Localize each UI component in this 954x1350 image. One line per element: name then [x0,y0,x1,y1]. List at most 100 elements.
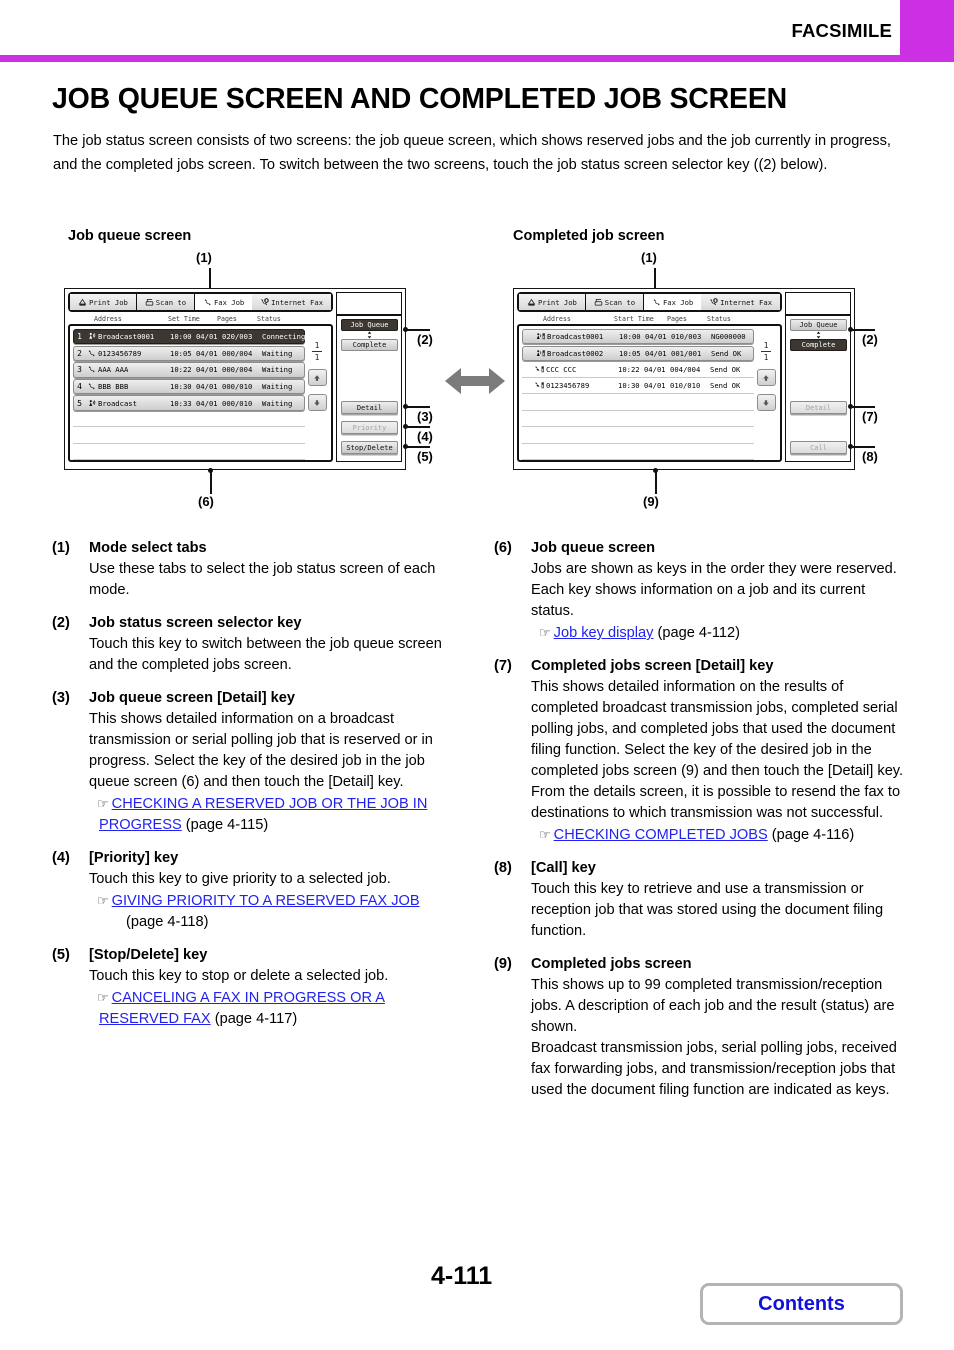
callout-9: (9) [643,494,659,509]
callout-2-right: (2) [862,332,878,347]
tab-internet-fax[interactable]: Internet Fax [701,294,780,310]
row-pages: 000/010 [222,381,253,391]
legend-item-2-head: (2) Job status screen selector key [52,613,452,634]
selector-job-queue[interactable]: Job Queue [341,319,398,331]
job-status-screen-selector-key[interactable]: Job Queue Complete [790,319,847,351]
page-indicator-total: 1 [314,353,320,362]
tab-print-job[interactable]: Print Job [519,294,586,310]
contents-button[interactable]: Contents [700,1283,903,1325]
selector-complete[interactable]: Complete [790,339,847,351]
table-row-empty [73,445,305,460]
callout-line-9 [655,470,657,494]
page-header: FACSIMILE [0,0,954,62]
legend-item-1-title: Mode select tabs [89,540,207,556]
page-indicator-total: 1 [763,353,769,362]
callout-6: (6) [198,494,214,509]
link-job-key-display[interactable]: Job key display [554,625,654,641]
detail-button[interactable]: Detail [790,401,847,414]
table-row-empty [522,412,754,428]
legend-item-8-head: (8) [Call] key [494,858,904,879]
job-queue-screen[interactable]: 1 Broadcast0001 10:00 04/01 020/003 Conn… [68,324,333,462]
internet-fax-icon [709,297,718,307]
completed-jobs-screen[interactable]: Broadcast0001 10:00 04/01 010/003 NG0000… [517,324,782,462]
legend-item-7-number: (7) [494,658,512,674]
callout-line-7 [850,406,875,408]
legend-item-5-number: (5) [52,947,70,963]
tab-print-job[interactable]: Print Job [70,294,137,310]
col-start-time: Start Time [614,315,654,323]
scroll-down-button[interactable] [756,394,776,411]
table-row[interactable]: 3 AAA AAA 10:22 04/01 000/004 Waiting [73,362,305,378]
legend-item-2-title: Job status screen selector key [89,615,302,631]
scroll-up-button[interactable] [756,369,776,386]
table-row[interactable]: CCC CCC 10:22 04/01 004/004 Send OK [522,362,754,378]
legend-item-7-ref-page: (page 4-116) [771,827,855,843]
legend-item-7-head: (7) Completed jobs screen [Detail] key [494,656,904,677]
scanner-icon [594,298,603,307]
priority-button[interactable]: Priority [341,421,398,434]
row-pages: 010/003 [671,332,702,342]
legend-item-7: (7) Completed jobs screen [Detail] key T… [494,656,904,846]
tab-fax-job-label: Fax Job [662,297,694,307]
row-address: CCC CCC [546,364,577,374]
row-time: 10:30 04/01 [170,381,218,391]
scroll-up-button[interactable] [307,369,327,386]
row-pages: 010/010 [670,381,701,391]
stop-delete-button[interactable]: Stop/Delete [341,441,398,454]
fax-file-icon [533,365,546,374]
selector-updown-icon [341,331,398,339]
fax-icon [85,382,98,391]
printer-icon [78,298,87,307]
table-row[interactable]: 0123456789 10:30 04/01 010/010 Send OK [522,379,754,395]
table-row[interactable]: Broadcast0001 10:00 04/01 010/003 NG0000… [522,329,754,345]
table-row[interactable]: Broadcast0002 10:05 04/01 001/001 Send O… [522,345,754,361]
callout-line-2-right [850,329,875,331]
col-set-time: Set Time [168,315,200,323]
table-row[interactable]: 5 Broadcast 10:33 04/01 000/010 Waiting [73,395,305,411]
row-pages: 020/003 [222,332,253,342]
tab-fax-job[interactable]: Fax Job [644,294,702,310]
row-address: 0123456789 [546,381,590,391]
legend-item-2: (2) Job status screen selector key Touch… [52,613,452,676]
selector-job-queue[interactable]: Job Queue [790,319,847,331]
table-row-empty [73,428,305,444]
tab-scan-to[interactable]: Scan to [136,294,195,310]
mode-select-tabs-job-queue[interactable]: Print Job Scan to Fax Job Internet Fax [68,292,333,312]
tab-scan-to[interactable]: Scan to [585,294,644,310]
job-status-screen-selector-key[interactable]: Job Queue Complete [341,319,398,351]
legend-item-4-number: (4) [52,850,70,866]
legend-item-4-body: Touch this key to give priority to a sel… [89,869,452,933]
link-giving-priority[interactable]: GIVING PRIORITY TO A RESERVED FAX JOB [112,893,420,909]
completed-jobs-list: Broadcast0001 10:00 04/01 010/003 NG0000… [522,329,754,460]
link-checking-completed-jobs[interactable]: CHECKING COMPLETED JOBS [554,827,768,843]
legend-item-5-head: (5) [Stop/Delete] key [52,945,452,966]
scroll-down-button[interactable] [307,394,327,411]
row-status: Waiting [262,348,293,358]
legend-item-6: (6) Job queue screen Jobs are shown as k… [494,538,904,644]
row-number: 1 [77,332,82,342]
mode-select-tabs-completed[interactable]: Print Job Scan to Fax Job Internet Fax [517,292,782,312]
table-row[interactable]: 4 BBB BBB 10:30 04/01 000/010 Waiting [73,378,305,395]
selector-complete[interactable]: Complete [341,339,398,351]
scanner-icon [145,298,154,307]
table-row[interactable]: 2 0123456789 10:05 04/01 000/004 Waiting [73,345,305,361]
table-row[interactable]: 1 Broadcast0001 10:00 04/01 020/003 Conn… [73,329,305,345]
selector-updown-icon [790,331,847,339]
row-status: Send OK [711,348,742,358]
tab-internet-fax[interactable]: Internet Fax [252,294,331,310]
tab-fax-job[interactable]: Fax Job [195,294,253,310]
screen-switch-arrow-icon [443,365,507,397]
callout-1-right: (1) [641,250,657,265]
legend-item-6-body: Jobs are shown as keys in the order they… [531,559,904,644]
legend-item-4: (4) [Priority] key Touch this key to giv… [52,848,452,933]
legend-item-6-head: (6) Job queue screen [494,538,904,559]
table-row-empty [522,445,754,460]
row-pages: 004/004 [670,364,701,374]
call-button[interactable]: Call [790,441,847,454]
detail-button[interactable]: Detail [341,401,398,414]
row-status: Send OK [710,364,741,374]
row-time: 10:33 04/01 [170,398,218,408]
serial-poll-icon [85,399,98,408]
broadcast-file-icon [534,349,547,358]
table-row-empty [522,428,754,444]
